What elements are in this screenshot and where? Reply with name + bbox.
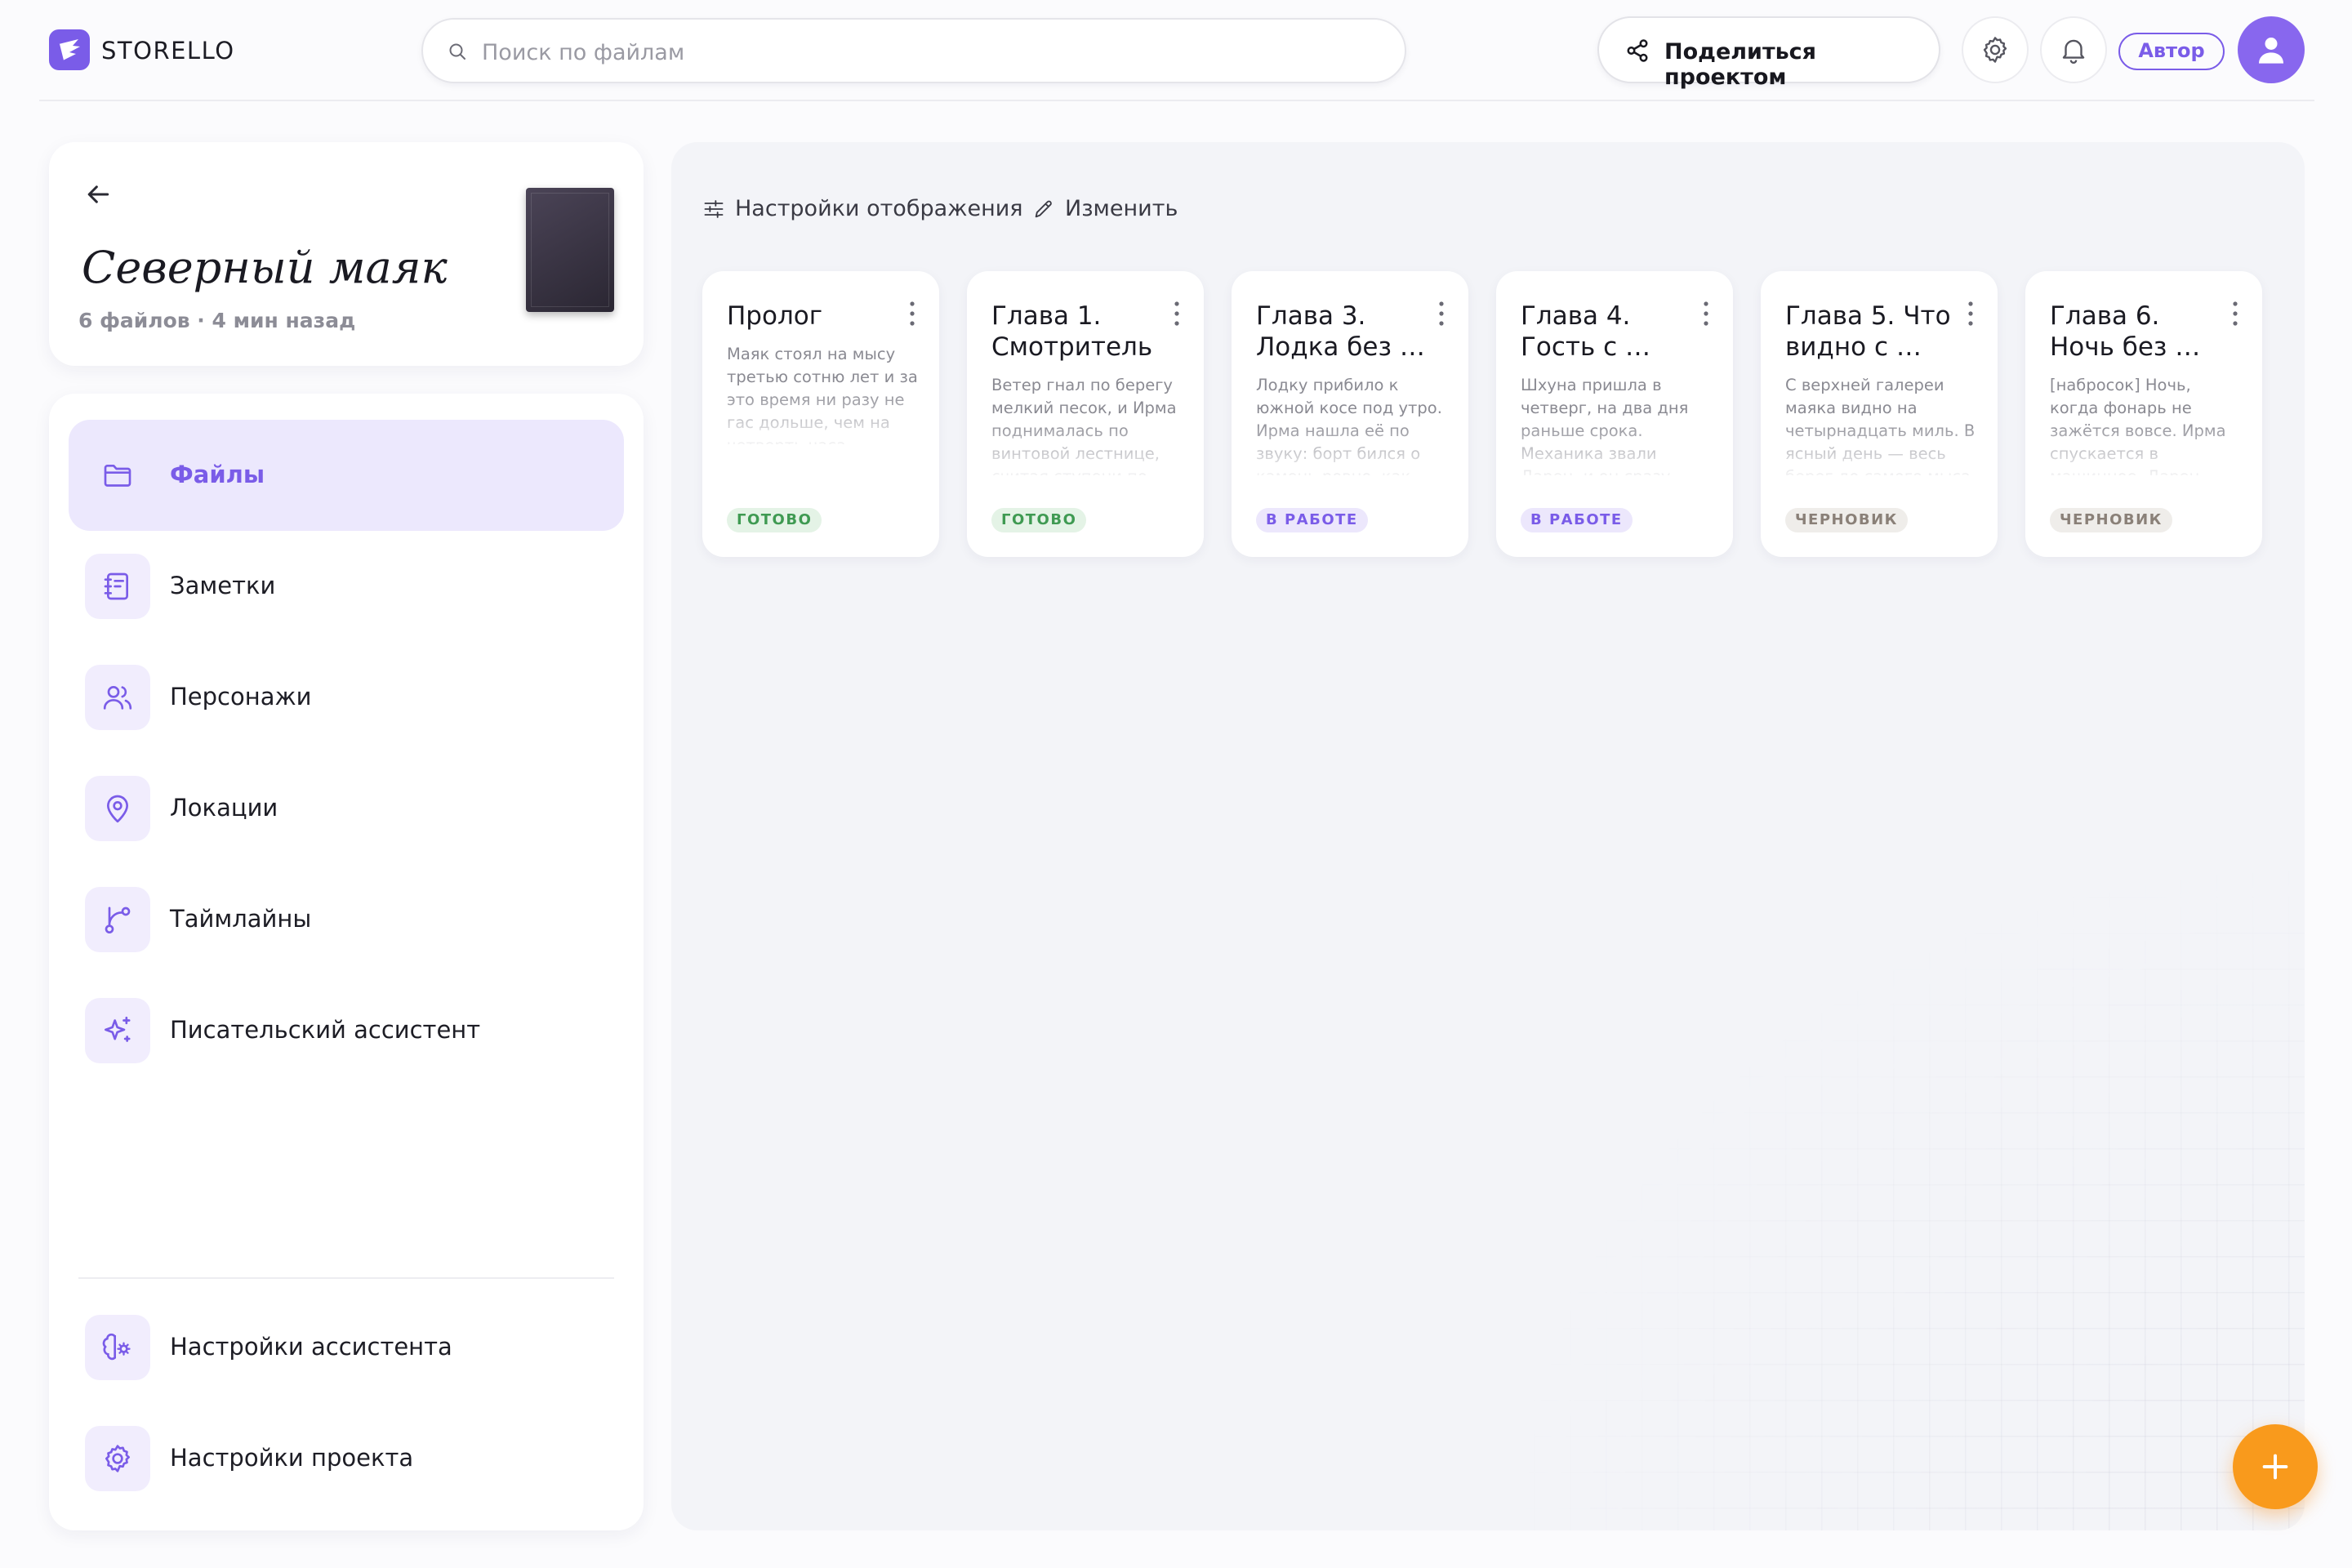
edit-label: Изменить xyxy=(1065,196,1178,221)
project-cover[interactable] xyxy=(526,188,614,312)
share-project-label: Поделиться проектом xyxy=(1664,39,1817,90)
sidebar-item-assistant-settings[interactable]: Настройки ассистента xyxy=(69,1292,624,1403)
project-title: Северный маяк xyxy=(82,242,448,293)
sidebar-nav: Файлы Заметки Персонажи Локации Таймлайн… xyxy=(49,394,644,1530)
file-card[interactable]: Глава 1. Смотритель Ветер гнал по берегу… xyxy=(967,271,1204,557)
display-settings-label: Настройки отображения xyxy=(735,196,1023,221)
project-card: Северный маяк 6 файлов · 4 мин назад xyxy=(49,142,644,366)
file-card[interactable]: Глава 4. Гость с … Шхуна пришла в четвер… xyxy=(1496,271,1733,557)
more-options-icon[interactable] xyxy=(1436,299,1447,328)
file-card[interactable]: Пролог Маяк стоял на мысу третью сотню л… xyxy=(702,271,939,557)
status-badge: ГОТОВО xyxy=(991,508,1087,532)
bell-icon xyxy=(2062,39,2085,64)
sidebar-item-label: Локации xyxy=(170,794,278,822)
settings-button[interactable] xyxy=(1962,16,2029,83)
sidebar-item-locations[interactable]: Локации xyxy=(69,753,624,864)
edit-button[interactable]: Изменить xyxy=(1032,193,1187,225)
search-icon xyxy=(449,43,466,60)
project-meta: 6 файлов · 4 мин назад xyxy=(78,309,356,332)
brain-cog-icon xyxy=(85,1315,150,1380)
file-title: Глава 6. Ночь без … xyxy=(2050,301,2201,362)
share-project-button[interactable]: Поделиться проектом xyxy=(1597,16,1940,90)
pencil-icon xyxy=(1035,200,1052,218)
sidebar-item-files[interactable]: Файлы xyxy=(69,420,624,531)
file-title: Пролог xyxy=(727,301,823,331)
sidebar-item-label: Персонажи xyxy=(170,683,312,710)
folder-icon xyxy=(85,443,150,508)
sidebar-item-timelines[interactable]: Таймлайны xyxy=(69,864,624,975)
search-bar[interactable] xyxy=(421,18,1406,83)
quill-logo-icon xyxy=(58,39,80,61)
gear-icon xyxy=(1983,37,2007,63)
add-file-button[interactable] xyxy=(2233,1424,2318,1509)
file-title: Глава 5. Что видно с … xyxy=(1785,301,1951,362)
branch-icon xyxy=(85,887,150,952)
file-excerpt: [набросок] Ночь, когда фонарь не зажётся… xyxy=(2050,376,2226,475)
sidebar-item-label: Настройки проекта xyxy=(170,1444,414,1472)
file-card[interactable]: Глава 5. Что видно с … С верхней галереи… xyxy=(1761,271,1998,557)
sidebar-item-label: Таймлайны xyxy=(170,905,312,933)
status-badge: ЧЕРНОВИК xyxy=(2050,508,2172,532)
users-icon xyxy=(85,665,150,730)
status-badge: ЧЕРНОВИК xyxy=(1785,508,1908,532)
file-title: Глава 4. Гость с … xyxy=(1521,301,1650,362)
file-title: Глава 3. Лодка без … xyxy=(1256,301,1425,362)
gear-icon xyxy=(85,1426,150,1491)
plus-icon xyxy=(2262,1454,2288,1480)
file-card[interactable]: Глава 3. Лодка без … Лодку прибило к южн… xyxy=(1232,271,1468,557)
status-badge: В РАБОТЕ xyxy=(1521,508,1633,532)
app-logo[interactable] xyxy=(49,29,90,70)
more-options-icon[interactable] xyxy=(1171,299,1183,328)
sidebar-item-label: Писательский ассистент xyxy=(170,1016,481,1044)
role-badge[interactable]: Автор xyxy=(2118,33,2225,70)
arrow-left-icon xyxy=(87,185,109,203)
sparkles-icon xyxy=(85,998,150,1063)
file-excerpt: Маяк стоял на мысу третью сотню лет и за… xyxy=(727,345,918,444)
more-options-icon[interactable] xyxy=(906,299,918,328)
sidebar-item-project-settings[interactable]: Настройки проекта xyxy=(69,1403,624,1514)
file-card[interactable]: Глава 6. Ночь без … [набросок] Ночь, ког… xyxy=(2025,271,2262,557)
file-excerpt: Лодку прибило к южной косе под утро. Ирм… xyxy=(1256,376,1442,475)
back-button[interactable] xyxy=(82,178,114,211)
sidebar-item-characters[interactable]: Персонажи xyxy=(69,642,624,753)
sidebar-item-label: Настройки ассистента xyxy=(170,1333,452,1361)
file-excerpt: Шхуна пришла в четверг, на два дня раньш… xyxy=(1521,376,1689,475)
notifications-button[interactable] xyxy=(2040,16,2107,83)
file-excerpt: С верхней галереи маяка видно на четырна… xyxy=(1785,376,1976,475)
sidebar-divider xyxy=(78,1277,614,1279)
user-icon xyxy=(2259,38,2283,64)
map-pin-icon xyxy=(85,776,150,841)
sidebar-item-label: Файлы xyxy=(170,461,265,488)
status-badge: ГОТОВО xyxy=(727,508,822,532)
header-divider xyxy=(39,100,2314,101)
sidebar-item-label: Заметки xyxy=(170,572,276,599)
status-badge: В РАБОТЕ xyxy=(1256,508,1368,532)
more-options-icon[interactable] xyxy=(1965,299,1976,328)
sliders-icon xyxy=(704,200,724,218)
file-title: Глава 1. Смотритель xyxy=(991,301,1153,362)
more-options-icon[interactable] xyxy=(1700,299,1712,328)
search-input[interactable] xyxy=(482,36,1380,69)
files-panel: Настройки отображения Изменить Пролог Ма… xyxy=(671,142,2305,1530)
notebook-icon xyxy=(85,554,150,619)
file-excerpt: Ветер гнал по берегу мелкий песок, и Ирм… xyxy=(991,376,1177,475)
app-name: STORELLO xyxy=(101,37,235,65)
more-options-icon[interactable] xyxy=(2230,299,2241,328)
sidebar-item-notes[interactable]: Заметки xyxy=(69,531,624,642)
sidebar-item-writing-assistant[interactable]: Писательский ассистент xyxy=(69,975,624,1086)
user-avatar[interactable] xyxy=(2238,16,2305,83)
display-settings-button[interactable]: Настройки отображения xyxy=(702,193,1023,225)
share-icon xyxy=(1627,39,1648,62)
